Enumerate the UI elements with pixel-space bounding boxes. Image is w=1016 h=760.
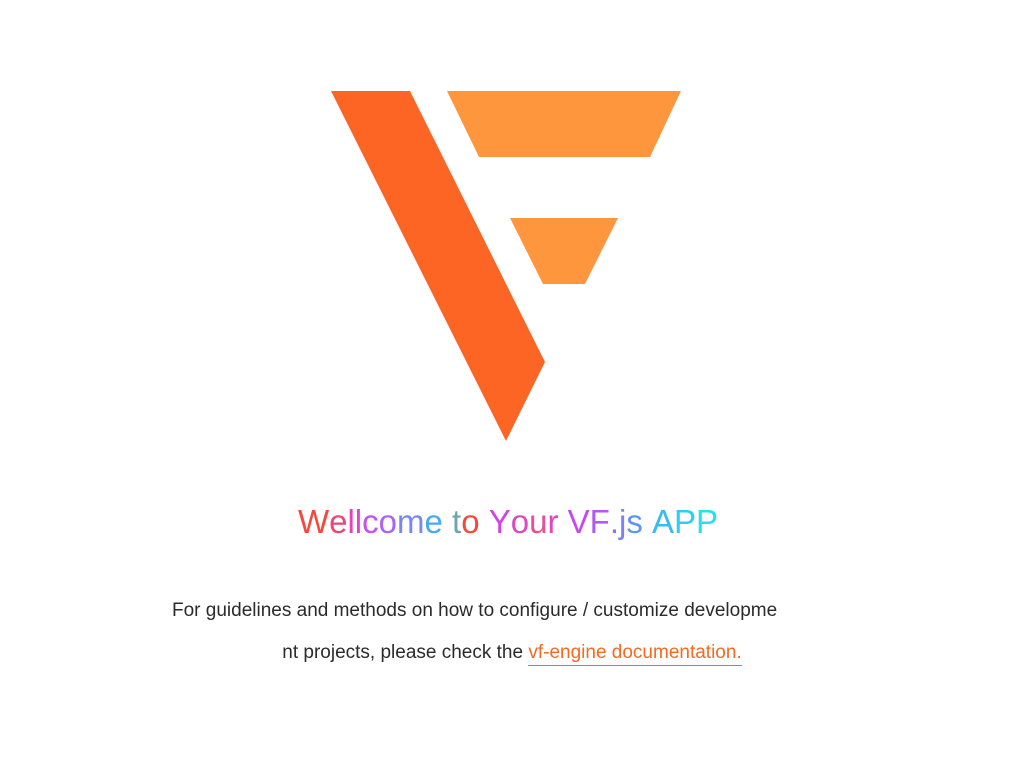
title-char (643, 500, 652, 544)
title-char: F (589, 503, 610, 540)
title-char: . (609, 503, 619, 540)
logo-f-top-bar (447, 91, 681, 157)
title-char: W (297, 503, 330, 540)
title-char: Y (488, 503, 511, 540)
title-char: o (510, 503, 530, 540)
title-char (443, 500, 452, 544)
description-line-2-text: nt projects, please check the (282, 642, 529, 663)
title-char: c (362, 503, 379, 540)
title-char (480, 500, 489, 544)
title-char: e (424, 503, 443, 540)
title-char: l (354, 503, 363, 540)
title-char: o (461, 503, 480, 540)
title-char: r (547, 503, 559, 540)
welcome-page: Wellcome to Your VF.js APP For guideline… (0, 0, 1016, 760)
title-char: j (619, 503, 627, 540)
title-char: o (378, 503, 397, 540)
description: For guidelines and methods on how to con… (172, 590, 852, 674)
title-char (558, 500, 567, 544)
title-char: s (626, 503, 643, 540)
title-char: V (567, 503, 590, 540)
title-char: l (347, 503, 355, 540)
title-char: e (329, 503, 348, 540)
title-char: u (529, 503, 548, 540)
title-char: A (652, 503, 675, 540)
title-char: P (696, 503, 719, 540)
description-line-2: nt projects, please check the vf-engine … (172, 632, 852, 674)
title-char: P (674, 503, 697, 540)
documentation-link[interactable]: vf-engine documentation. (528, 642, 742, 666)
logo-f-middle-bar (510, 218, 618, 284)
title-char: t (452, 503, 462, 540)
description-line-1: For guidelines and methods on how to con… (172, 600, 778, 621)
title-char: m (397, 503, 425, 540)
welcome-title: Wellcome to Your VF.js APP (0, 500, 1016, 544)
